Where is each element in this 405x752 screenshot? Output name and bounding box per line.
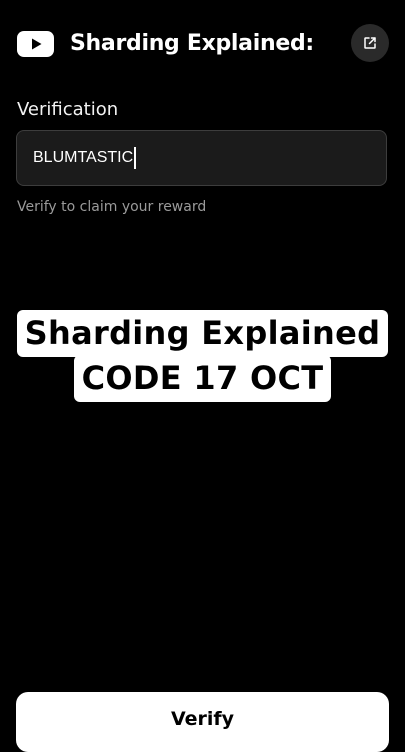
verification-hint: Verify to claim your reward: [17, 199, 207, 215]
video-overlay: Sharding Explained CODE 17 OCT: [0, 310, 405, 402]
verify-button-label: Verify: [170, 708, 235, 730]
verification-code-value: BLUMTASTIC: [33, 149, 134, 166]
header: Sharding Explained:: [0, 0, 405, 88]
verification-code-input[interactable]: BLUMTASTIC: [16, 130, 387, 186]
external-link-icon: [364, 37, 376, 49]
verification-label: Verification: [17, 99, 119, 120]
page-title: Sharding Explained:: [70, 31, 314, 56]
youtube-icon: [17, 31, 54, 57]
overlay-title: Sharding Explained: [16, 310, 389, 357]
overlay-code: CODE 17 OCT: [73, 355, 332, 402]
verify-button[interactable]: Verify: [16, 692, 389, 752]
open-link-button[interactable]: [351, 24, 389, 62]
text-caret: [134, 147, 136, 169]
